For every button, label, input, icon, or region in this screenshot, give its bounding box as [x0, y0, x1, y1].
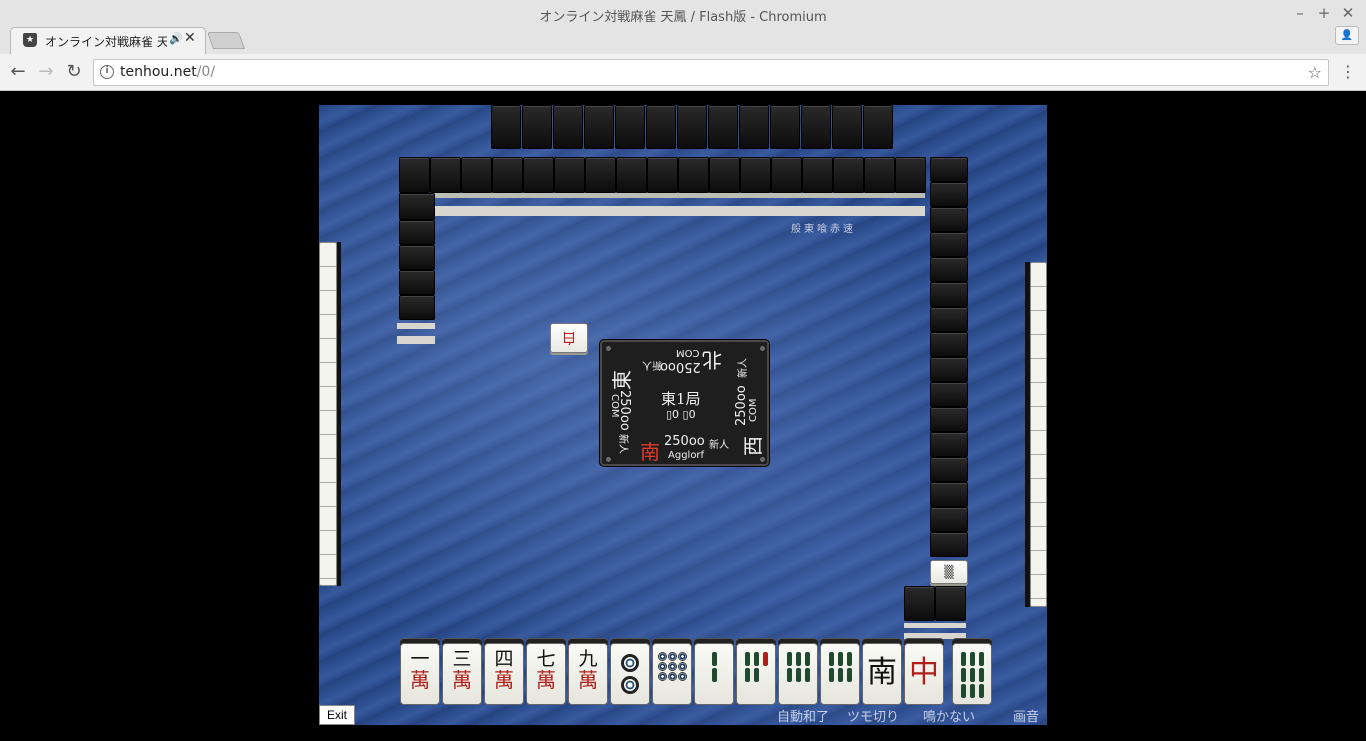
- bamboo-sticks-icon: [695, 652, 733, 682]
- tile-suit: 萬: [494, 668, 514, 692]
- tile-number: 三: [452, 648, 472, 670]
- tsumogiri-toggle[interactable]: ツモ切り: [847, 706, 899, 725]
- hand-tile[interactable]: 南: [862, 643, 902, 705]
- exit-button[interactable]: Exit: [319, 705, 355, 725]
- tile-suit: 萬: [578, 668, 598, 692]
- reload-icon[interactable]: ↻: [63, 61, 85, 83]
- pin-circle-icon: [621, 654, 639, 672]
- tile-honor: 中: [909, 655, 939, 690]
- self-wind: 南: [640, 440, 660, 464]
- hand-tile[interactable]: [778, 643, 818, 705]
- left-rank: 新人: [617, 434, 628, 454]
- hand-tile[interactable]: [736, 643, 776, 705]
- tab-title: オンライン対戦麻雀 天: [45, 35, 167, 49]
- close-window-button[interactable]: ✕: [1337, 3, 1359, 23]
- hand-tile[interactable]: 四萬: [484, 643, 524, 705]
- hand-tile[interactable]: 一萬: [400, 643, 440, 705]
- hand-tile[interactable]: [694, 643, 734, 705]
- hand-tile[interactable]: [610, 643, 650, 705]
- right-score: 250oo: [734, 385, 749, 426]
- address-bar[interactable]: i tenhou.net/0/ ☆: [93, 59, 1329, 86]
- tile-number: 四: [494, 648, 514, 670]
- mahjong-table[interactable]: ▒ 白 般東喰赤速 東1局 ▯0 ▯0 南 250oo 新人 Agglorf 北…: [319, 105, 1047, 725]
- site-info-icon[interactable]: i: [100, 65, 114, 79]
- window-titlebar: オンライン対戦麻雀 天鳳 / Flash版 - Chromium – + ✕ ★…: [0, 0, 1366, 54]
- discarded-tile: ▒: [930, 560, 968, 584]
- round-label: 東1局: [661, 390, 701, 408]
- self-name: Agglorf: [668, 450, 705, 461]
- minimize-button[interactable]: –: [1289, 3, 1311, 23]
- tenhou-favicon-icon: ★: [23, 33, 37, 47]
- bookmark-star-icon[interactable]: ☆: [1308, 63, 1322, 82]
- tile-suit: 萬: [536, 668, 556, 692]
- hand-tile[interactable]: 中: [904, 643, 944, 705]
- audio-playing-icon[interactable]: 🔊: [169, 32, 183, 45]
- hand-tile[interactable]: 七萬: [526, 643, 566, 705]
- hand-tile[interactable]: [820, 643, 860, 705]
- hand-tile[interactable]: 三萬: [442, 643, 482, 705]
- sound-toggle[interactable]: 画音: [1013, 706, 1039, 725]
- pin-circles-icon: [653, 652, 691, 681]
- right-rank: 新人: [738, 358, 749, 378]
- tile-number: 九: [578, 648, 598, 670]
- rules-label: 般東喰赤速: [791, 224, 856, 235]
- tab-close-icon[interactable]: ✕: [184, 30, 196, 46]
- chrome-menu-icon[interactable]: ⋮: [1340, 62, 1356, 81]
- top-rank: 新人: [642, 359, 662, 370]
- left-wind: 東: [610, 370, 634, 390]
- window-title: オンライン対戦麻雀 天鳳 / Flash版 - Chromium: [539, 10, 827, 25]
- left-name: COM: [609, 394, 620, 418]
- self-score: 250oo: [664, 434, 705, 449]
- hand-tile[interactable]: 九萬: [568, 643, 608, 705]
- self-rank: 新人: [709, 440, 729, 451]
- top-score: 250oo: [660, 359, 701, 374]
- round-info-board: 東1局 ▯0 ▯0 南 250oo 新人 Agglorf 北 250oo 新人 …: [600, 340, 769, 466]
- bamboo-sticks-icon: [821, 652, 859, 682]
- maximize-button[interactable]: +: [1313, 3, 1335, 23]
- auto-win-toggle[interactable]: 自動和了: [777, 706, 829, 725]
- back-arrow-icon[interactable]: ←: [7, 61, 29, 83]
- dora-indicator-tile: 白: [550, 323, 588, 353]
- browser-tab[interactable]: ★ オンライン対戦麻雀 天 🔊 ✕: [10, 27, 206, 54]
- tile-number: 七: [536, 648, 556, 670]
- hand-tile[interactable]: [952, 643, 992, 705]
- top-name: COM: [676, 347, 700, 358]
- url-host: tenhou.net: [120, 64, 197, 80]
- right-name: COM: [748, 398, 759, 422]
- forward-arrow-icon[interactable]: →: [35, 61, 57, 83]
- url-text[interactable]: tenhou.net/0/: [120, 64, 215, 80]
- honba-counter: ▯0 ▯0: [666, 408, 696, 421]
- hand-tile[interactable]: [652, 643, 692, 705]
- new-tab-button[interactable]: [206, 32, 246, 49]
- tile-suit: 萬: [452, 668, 472, 692]
- no-call-toggle[interactable]: 鳴かない: [923, 706, 975, 725]
- tile-number: 一: [410, 648, 430, 670]
- url-path: /0/: [196, 64, 216, 80]
- top-wind: 北: [702, 348, 722, 372]
- tile-honor: 南: [867, 655, 897, 690]
- bamboo-sticks-icon: [953, 652, 991, 698]
- right-wind: 西: [741, 436, 765, 456]
- profile-icon[interactable]: 👤: [1335, 26, 1359, 45]
- pin-circle-icon: [621, 676, 639, 694]
- browser-toolbar: ← → ↻ i tenhou.net/0/ ☆: [0, 54, 1366, 91]
- bamboo-sticks-icon: [737, 652, 775, 682]
- tile-suit: 萬: [410, 668, 430, 692]
- bamboo-sticks-icon: [779, 652, 817, 682]
